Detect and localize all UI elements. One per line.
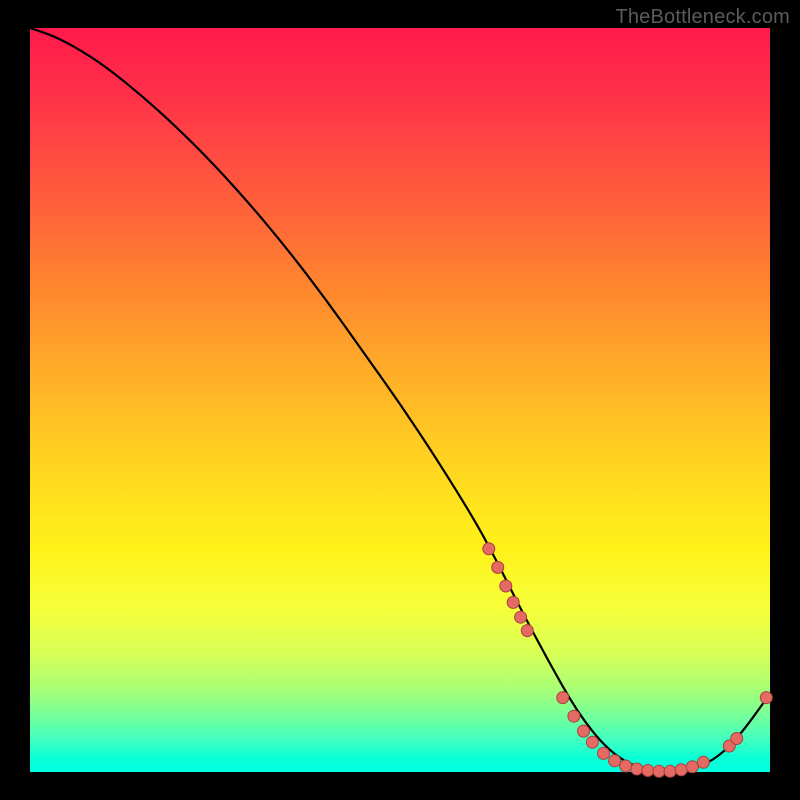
chart-svg bbox=[30, 28, 770, 772]
data-dot bbox=[675, 764, 687, 776]
data-dot bbox=[760, 692, 772, 704]
data-dot bbox=[653, 765, 665, 777]
data-dots bbox=[483, 543, 773, 778]
data-dot bbox=[483, 543, 495, 555]
data-dot bbox=[620, 760, 632, 772]
watermark-text: TheBottleneck.com bbox=[615, 6, 790, 29]
data-dot bbox=[507, 596, 519, 608]
data-dot bbox=[609, 755, 621, 767]
data-dot bbox=[697, 756, 709, 768]
data-dot bbox=[557, 692, 569, 704]
data-dot bbox=[500, 580, 512, 592]
data-dot bbox=[515, 611, 527, 623]
data-dot bbox=[578, 725, 590, 737]
data-dot bbox=[521, 625, 533, 637]
data-dot bbox=[664, 765, 676, 777]
data-dot bbox=[686, 761, 698, 773]
data-dot bbox=[731, 733, 743, 745]
data-dot bbox=[586, 736, 598, 748]
plot-area bbox=[30, 28, 770, 772]
data-dot bbox=[492, 561, 504, 573]
data-dot bbox=[598, 747, 610, 759]
data-dot bbox=[642, 765, 654, 777]
data-dot bbox=[568, 710, 580, 722]
chart-stage: TheBottleneck.com bbox=[0, 0, 800, 800]
data-dot bbox=[631, 763, 643, 775]
bottleneck-curve bbox=[30, 28, 770, 771]
